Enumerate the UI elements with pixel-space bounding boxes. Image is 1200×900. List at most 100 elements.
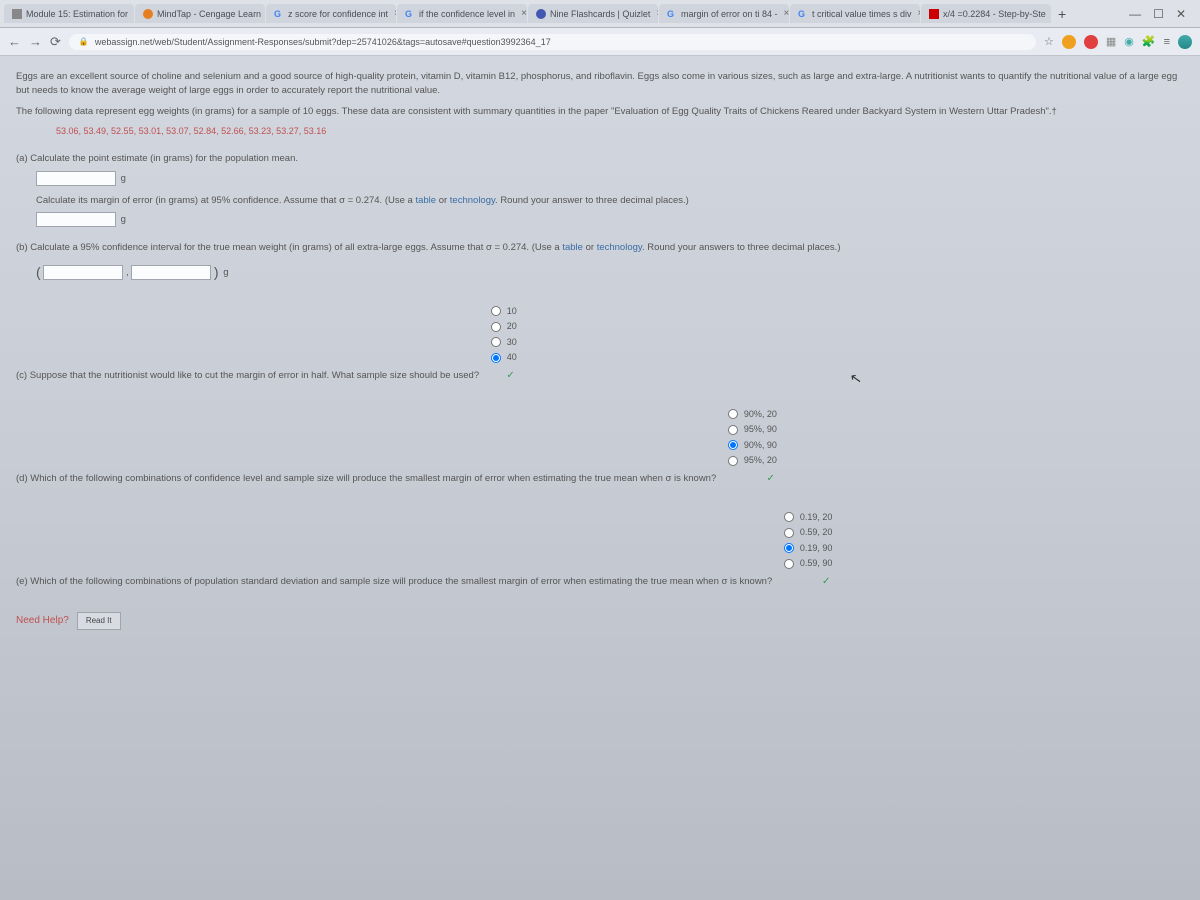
close-paren: ) (214, 264, 219, 280)
option-row[interactable]: 10 (487, 304, 521, 320)
forward-icon[interactable]: → (29, 34, 42, 49)
extension-icon[interactable]: ◉ (1124, 35, 1134, 48)
tab-google-zscore[interactable]: G z score for confidence int × (266, 4, 396, 23)
radio-059-20[interactable] (784, 528, 794, 538)
tab-module15[interactable]: Module 15: Estimation for × (4, 4, 134, 23)
browser-tab-bar: Module 15: Estimation for × MindTap - Ce… (0, 0, 1200, 28)
tab-google-confidence[interactable]: G if the confidence level in × (397, 4, 527, 23)
close-icon[interactable]: × (656, 8, 658, 19)
window-controls: — ☐ ✕ (1129, 7, 1196, 21)
data-values: 53.06, 53.49, 52.55, 53.01, 53.07, 52.84… (56, 125, 1184, 139)
favicon-google-icon: G (798, 9, 808, 19)
intro-text: Eggs are an excellent source of choline … (16, 70, 1184, 99)
radio-40[interactable] (491, 353, 501, 363)
tab-quizlet[interactable]: Nine Flashcards | Quizlet × (528, 4, 658, 23)
technology-link[interactable]: technology (597, 242, 642, 253)
table-link[interactable]: table (562, 242, 583, 253)
read-it-button[interactable]: Read It (77, 612, 121, 630)
tab-label: x/4 =0.2284 - Step-by-Ste (943, 9, 1046, 19)
extensions-icon[interactable]: 🧩 (1142, 35, 1156, 48)
option-row[interactable]: 0.19, 20 (780, 510, 837, 526)
radio-059-90[interactable] (784, 559, 794, 569)
option-row[interactable]: 0.19, 90 (780, 541, 837, 557)
option-row[interactable]: 30 (487, 335, 521, 351)
minimize-icon[interactable]: — (1129, 7, 1141, 21)
option-row[interactable]: 0.59, 90 (780, 556, 837, 572)
option-row[interactable]: 95%, 90 (724, 422, 781, 438)
new-tab-button[interactable]: + (1052, 6, 1072, 22)
option-row[interactable]: 95%, 20 (724, 453, 781, 469)
radio-10[interactable] (491, 306, 501, 316)
radio-019-90[interactable] (784, 543, 794, 553)
option-row[interactable]: 20 (487, 319, 521, 335)
part-label: (c) (16, 370, 27, 381)
margin-error-input[interactable] (36, 212, 116, 227)
profile-avatar[interactable] (1178, 35, 1192, 49)
open-paren: ( (36, 264, 41, 280)
favicon-generic-icon (12, 9, 22, 19)
part-b: (b) Calculate a 95% confidence interval … (16, 241, 1184, 282)
radio-20[interactable] (491, 322, 501, 332)
question-text: Calculate the point estimate (in grams) … (30, 153, 298, 164)
extension-icon[interactable] (1062, 35, 1076, 49)
maximize-icon[interactable]: ☐ (1153, 7, 1164, 21)
part-d-options: 90%, 20 95%, 90 90%, 90 95%, 20 ✓ (723, 406, 782, 489)
reading-list-icon[interactable]: ≡ (1164, 36, 1170, 48)
part-d: (d) Which of the following combinations … (16, 400, 1184, 489)
url-field[interactable]: 🔒 webassign.net/web/Student/Assignment-R… (69, 34, 1036, 50)
question-text: Suppose that the nutritionist would like… (30, 370, 479, 381)
part-c: (c) Suppose that the nutritionist would … (16, 297, 1184, 386)
radio-019-20[interactable] (784, 512, 794, 522)
favicon-google-icon: G (667, 9, 677, 19)
unit-label: g (223, 267, 228, 278)
part-a: (a) Calculate the point estimate (in gra… (16, 152, 1184, 227)
unit-label: g (121, 173, 126, 184)
radio-90-90[interactable] (728, 440, 738, 450)
extension-icon[interactable] (1084, 35, 1098, 49)
part-label: (a) (16, 153, 28, 164)
close-window-icon[interactable]: ✕ (1176, 7, 1186, 21)
table-link[interactable]: table (415, 195, 436, 206)
ci-lower-input[interactable] (43, 265, 123, 280)
address-bar: ← → ⟳ 🔒 webassign.net/web/Student/Assign… (0, 28, 1200, 56)
technology-link[interactable]: technology (450, 195, 495, 206)
unit-label: g (121, 214, 126, 225)
back-icon[interactable]: ← (8, 34, 21, 49)
tab-label: Module 15: Estimation for (26, 9, 128, 19)
radio-95-90[interactable] (728, 425, 738, 435)
star-icon[interactable]: ☆ (1044, 35, 1054, 48)
part-c-options: 10 20 30 40 ✓ (486, 303, 522, 386)
tab-label: margin of error on ti 84 - (681, 9, 778, 19)
question-text: Calculate its margin of error (in grams)… (36, 195, 415, 206)
point-estimate-input[interactable] (36, 171, 116, 186)
question-text: Which of the following combinations of c… (30, 473, 716, 484)
option-row[interactable]: 90%, 20 (724, 407, 781, 423)
close-icon[interactable]: × (521, 8, 527, 19)
extension-icon[interactable]: ▦ (1106, 35, 1116, 48)
lock-icon: 🔒 (79, 37, 89, 46)
option-row[interactable]: 40 (487, 350, 521, 366)
question-text: Calculate a 95% confidence interval for … (30, 242, 562, 253)
tab-google-margin[interactable]: G margin of error on ti 84 - × (659, 4, 789, 23)
need-help-label: Need Help? (16, 613, 69, 628)
reload-icon[interactable]: ⟳ (50, 34, 61, 50)
close-icon[interactable]: × (784, 8, 789, 19)
radio-95-20[interactable] (728, 456, 738, 466)
close-icon[interactable]: × (394, 8, 396, 19)
close-icon[interactable]: × (918, 8, 920, 19)
part-e: (e) Which of the following combinations … (16, 503, 1184, 592)
part-label: (d) (16, 473, 28, 484)
intro-text-2: The following data represent egg weights… (16, 105, 1184, 119)
part-label: (b) (16, 242, 28, 253)
tab-mindtap[interactable]: MindTap - Cengage Learn × (135, 4, 265, 23)
ci-upper-input[interactable] (131, 265, 211, 280)
question-content: Eggs are an excellent source of choline … (0, 56, 1200, 644)
tab-symbolab[interactable]: x/4 =0.2284 - Step-by-Ste × (921, 4, 1051, 23)
option-row[interactable]: 0.59, 20 (780, 525, 837, 541)
checkmark-icon: ✓ (487, 366, 521, 385)
option-row[interactable]: 90%, 90 (724, 438, 781, 454)
radio-30[interactable] (491, 337, 501, 347)
radio-90-20[interactable] (728, 409, 738, 419)
tab-google-tcritical[interactable]: G t critical value times s div × (790, 4, 920, 23)
tab-label: MindTap - Cengage Learn (157, 9, 261, 19)
